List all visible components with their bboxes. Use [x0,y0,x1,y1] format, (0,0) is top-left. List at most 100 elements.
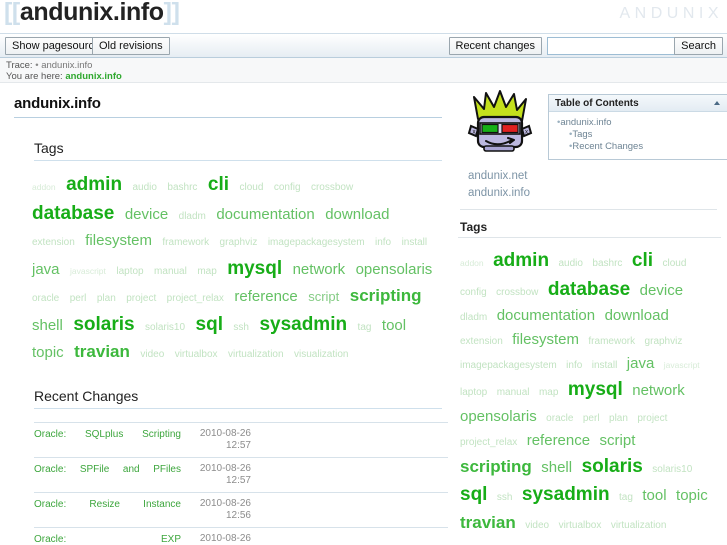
tag-link-topic[interactable]: topic [32,341,64,364]
chevron-up-icon[interactable] [714,101,720,105]
tag-link-ssh[interactable]: ssh [233,320,249,336]
table-row[interactable]: Oracle: Resize Instance 2010-08-26 12:56 [34,492,448,528]
tag-link-sysadmin[interactable]: sysadmin [259,310,347,339]
tag-link-filesystem[interactable]: filesystem [85,229,152,252]
tag-link-virtualization[interactable]: virtualization [228,347,284,363]
sidebar-tag-link-config[interactable]: config [460,285,487,300]
sidebar-tag-link-virtualbox[interactable]: virtualbox [559,518,602,533]
tag-link-install[interactable]: install [402,235,428,251]
sidebar-tag-link-addon[interactable]: addon [460,257,484,270]
tag-link-documentation[interactable]: documentation [216,203,314,226]
recent-change-page-link[interactable]: Oracle: SQLplus Scripting [34,422,184,458]
tag-link-config[interactable]: config [274,180,301,196]
sidebar-tag-link-topic[interactable]: topic [676,485,708,508]
tag-link-virtualbox[interactable]: virtualbox [175,347,218,363]
trace-item-link[interactable]: andunix.info [41,60,92,71]
here-item-link[interactable]: andunix.info [65,71,121,82]
search-input[interactable] [547,37,677,55]
tag-link-project[interactable]: project [126,291,156,307]
tag-link-device[interactable]: device [125,203,168,226]
tag-link-cloud[interactable]: cloud [239,180,263,196]
sidebar-tag-link-sysadmin[interactable]: sysadmin [522,481,610,510]
sidebar-tag-link-cloud[interactable]: cloud [662,256,686,271]
tag-link-map[interactable]: map [197,264,216,280]
tag-link-audio[interactable]: audio [133,180,157,196]
old-revisions-button[interactable]: Old revisions [92,37,170,55]
tag-link-crossbow[interactable]: crossbow [311,180,353,196]
sidebar-tag-link-info[interactable]: info [566,358,582,373]
tag-link-javascript[interactable]: javascript [70,265,106,278]
sidebar-tag-link-database[interactable]: database [548,276,630,305]
tag-link-travian[interactable]: travian [74,339,130,365]
tag-link-video[interactable]: video [140,347,164,363]
sidebar-link-andunix-net[interactable]: andunix.net [468,168,721,185]
recent-change-page-link[interactable]: Oracle: SPFile and PFiles [34,457,184,493]
tag-link-network[interactable]: network [293,258,346,281]
sidebar-tag-link-javascript[interactable]: javascript [664,359,700,372]
tag-link-bashrc[interactable]: bashrc [167,180,197,196]
tag-link-cli[interactable]: cli [208,170,229,199]
tag-link-download[interactable]: download [325,203,389,226]
sidebar-tag-link-audio[interactable]: audio [559,256,583,271]
sidebar-tag-link-download[interactable]: download [605,305,669,328]
sidebar-tag-link-travian[interactable]: travian [460,510,516,536]
sidebar-tag-link-admin[interactable]: admin [493,247,549,276]
sidebar-tag-link-dladm[interactable]: dladm [460,310,487,325]
tag-link-extension[interactable]: extension [32,235,75,251]
tag-link-admin[interactable]: admin [66,170,122,199]
sidebar-tag-link-documentation[interactable]: documentation [497,305,595,328]
sidebar-tag-link-mysql[interactable]: mysql [568,376,623,405]
sidebar-tag-link-solaris[interactable]: solaris [582,453,643,482]
sidebar-tag-link-scripting[interactable]: scripting [460,454,532,480]
tag-link-visualization[interactable]: visualization [294,347,348,363]
site-logo-title[interactable]: [[andunix.info]] [4,0,180,27]
sidebar-tag-link-extension[interactable]: extension [460,334,503,349]
tag-link-graphviz[interactable]: graphviz [220,235,258,251]
sidebar-link-andunix-info[interactable]: andunix.info [468,185,721,202]
sidebar-tag-link-filesystem[interactable]: filesystem [512,329,579,352]
table-row[interactable]: Oracle: SQLplus Scripting 2010-08-26 12:57 [34,422,448,458]
tag-link-oracle[interactable]: oracle [32,291,59,307]
sidebar-tag-link-project[interactable]: project [637,411,667,426]
sidebar-tag-link-script[interactable]: script [600,430,636,453]
tag-link-database[interactable]: database [32,199,114,228]
search-button[interactable]: Search [674,37,723,55]
sidebar-tag-link-ssh[interactable]: ssh [497,490,513,505]
sidebar-tag-link-map[interactable]: map [539,385,558,400]
sidebar-tag-link-plan[interactable]: plan [609,411,628,426]
tag-link-plan[interactable]: plan [97,291,116,307]
sidebar-tag-link-device[interactable]: device [640,280,683,303]
tag-link-addon[interactable]: addon [32,181,56,194]
tag-link-sql[interactable]: sql [196,310,223,339]
sidebar-tag-link-reference[interactable]: reference [527,430,590,453]
tag-link-tool[interactable]: tool [382,314,406,337]
sidebar-tag-link-shell[interactable]: shell [541,457,572,480]
sidebar-tag-link-bashrc[interactable]: bashrc [592,256,622,271]
sidebar-tag-link-solaris10[interactable]: solaris10 [652,462,692,477]
sidebar-tag-link-perl[interactable]: perl [583,411,600,426]
sidebar-tag-link-java[interactable]: java [627,353,655,376]
sidebar-tag-link-project-relax[interactable]: project_relax [460,435,517,450]
sidebar-tag-link-install[interactable]: install [592,358,618,373]
tag-link-framework[interactable]: framework [162,235,209,251]
tag-link-project-relax[interactable]: project_relax [167,291,224,307]
tag-link-dladm[interactable]: dladm [179,209,206,225]
tag-link-perl[interactable]: perl [70,291,87,307]
sidebar-tag-link-crossbow[interactable]: crossbow [496,285,538,300]
sidebar-tag-link-cli[interactable]: cli [632,247,653,276]
sidebar-tag-link-sql[interactable]: sql [460,481,487,510]
sidebar-tag-link-oracle[interactable]: oracle [546,411,573,426]
toc-item-andunix-info[interactable]: •andunix.info [557,117,723,129]
tag-link-manual[interactable]: manual [154,264,187,280]
tag-link-solaris10[interactable]: solaris10 [145,320,185,336]
sidebar-tag-link-graphviz[interactable]: graphviz [645,334,683,349]
tag-link-imagepackagesystem[interactable]: imagepackagesystem [268,235,365,251]
tag-link-script[interactable]: script [308,287,339,307]
sidebar-tag-link-tag[interactable]: tag [619,490,633,505]
tag-link-scripting[interactable]: scripting [350,283,422,309]
tag-link-opensolaris[interactable]: opensolaris [356,258,433,281]
sidebar-tag-link-laptop[interactable]: laptop [460,385,487,400]
tag-link-shell[interactable]: shell [32,314,63,337]
tag-link-java[interactable]: java [32,258,60,281]
toc-header[interactable]: Table of Contents [549,95,727,112]
